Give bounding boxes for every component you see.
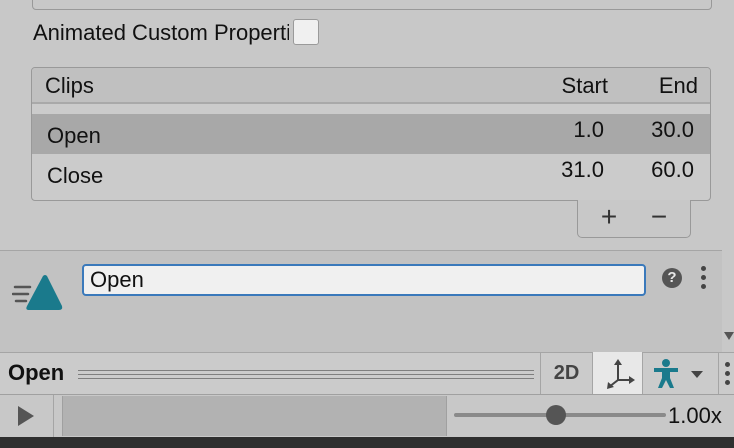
scene-view-strip	[0, 437, 734, 448]
toolbar-more-icon[interactable]	[718, 352, 734, 394]
clip-start-cell: 1.0	[573, 117, 604, 142]
clip-name-input[interactable]	[82, 264, 646, 296]
preview-timeline[interactable]	[62, 396, 447, 436]
clip-list-footer: + −	[577, 200, 691, 238]
avatar-icon	[653, 359, 703, 388]
pivot-gizmo-icon	[606, 359, 635, 389]
truncated-field	[32, 0, 712, 10]
clips-table: Clips Start End Open 1.0 30.0 Close 31.0…	[31, 67, 711, 201]
kebab-menu-icon[interactable]	[698, 266, 710, 290]
clip-start-cell: 31.0	[561, 157, 604, 182]
animated-custom-properties-label: Animated Custom Properties	[33, 20, 289, 45]
animation-clip-icon	[12, 275, 63, 310]
table-row-close[interactable]: Close 31.0 60.0	[32, 154, 710, 194]
inspector-scrollbar[interactable]	[722, 0, 734, 352]
table-row-open[interactable]: Open 1.0 30.0	[32, 114, 710, 154]
clip-end-cell: 30.0	[651, 117, 694, 142]
clips-table-header: Clips Start End	[32, 68, 710, 104]
drag-grip-line[interactable]	[78, 374, 534, 375]
clip-name-cell: Open	[47, 123, 101, 148]
add-clip-button[interactable]: +	[584, 200, 634, 236]
playback-speed-slider-thumb[interactable]	[545, 405, 566, 425]
chevron-down-icon	[690, 371, 703, 378]
2d-mode-button[interactable]: 2D	[540, 352, 592, 394]
pivot-gizmo-button[interactable]	[592, 352, 642, 394]
column-header-start: Start	[561, 73, 608, 98]
drag-grip-line[interactable]	[78, 370, 534, 371]
remove-clip-button[interactable]: −	[634, 200, 684, 236]
playback-speed-label: 1.00x	[668, 403, 722, 428]
avatar-selector-button[interactable]	[642, 352, 710, 394]
help-icon[interactable]: ?	[662, 268, 682, 288]
column-header-end: End	[658, 73, 698, 98]
animated-custom-properties-checkbox[interactable]	[293, 19, 319, 45]
scroll-down-arrow-icon[interactable]	[724, 332, 734, 340]
preview-title: Open	[8, 360, 65, 385]
drag-grip-line[interactable]	[78, 378, 534, 379]
clip-end-cell: 60.0	[651, 157, 694, 182]
clip-name-cell: Close	[47, 163, 104, 188]
column-header-clips: Clips	[45, 73, 94, 98]
play-icon[interactable]	[18, 406, 34, 426]
